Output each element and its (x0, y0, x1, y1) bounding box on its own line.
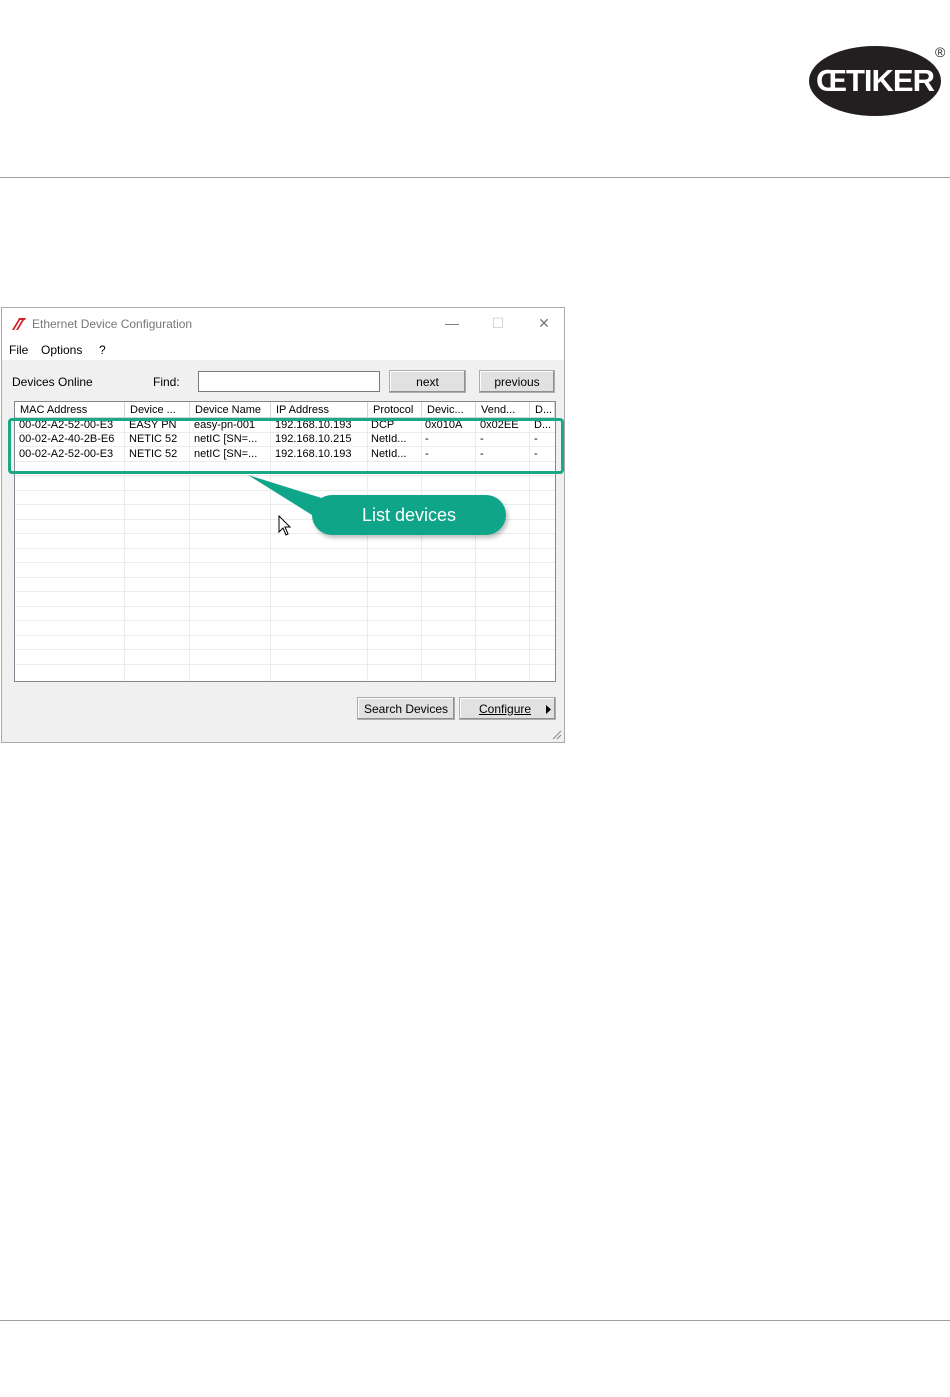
footer-rule (0, 1320, 950, 1321)
column-header-protocol[interactable]: Protocol (368, 402, 422, 418)
configure-label: Configure (479, 701, 532, 716)
grid-line (15, 635, 555, 636)
grid-line (15, 577, 555, 578)
callout-list-devices: List devices (312, 495, 506, 535)
maximize-icon[interactable]: ☐ (489, 314, 507, 332)
title-bar: Ethernet Device Configuration — ☐ ✕ (2, 308, 564, 340)
grid-line (15, 562, 555, 563)
logo-text: ŒTIKER (816, 63, 935, 98)
find-label: Find: (153, 375, 180, 389)
mouse-cursor-icon (278, 515, 292, 536)
menu-help[interactable]: ? (99, 343, 106, 357)
column-header-d[interactable]: D... (530, 402, 555, 418)
menu-file[interactable]: File (9, 343, 28, 357)
close-icon[interactable]: ✕ (535, 314, 553, 332)
grid-line (15, 649, 555, 650)
configure-button[interactable]: Configure (459, 697, 556, 720)
next-button[interactable]: next (389, 370, 466, 393)
menu-bar: File Options ? (2, 340, 564, 360)
previous-button[interactable]: previous (479, 370, 555, 393)
grid-line (15, 620, 555, 621)
grid-line (15, 591, 555, 592)
search-devices-button[interactable]: Search Devices (357, 697, 455, 720)
registered-mark: ® (935, 44, 946, 60)
window-title: Ethernet Device Configuration (32, 317, 193, 331)
app-icon (12, 318, 26, 330)
minimize-icon[interactable]: — (443, 314, 461, 332)
grid-line (15, 664, 555, 665)
grid-line (15, 548, 555, 549)
column-header-mac[interactable]: MAC Address (15, 402, 125, 418)
column-header-vendor[interactable]: Vend... (476, 402, 530, 418)
column-header-ip[interactable]: IP Address (271, 402, 368, 418)
oetiker-logo: ŒTIKER (809, 46, 941, 116)
grid-line (15, 606, 555, 607)
find-input[interactable] (198, 371, 380, 392)
devices-online-label: Devices Online (12, 375, 93, 389)
resize-grip-icon[interactable] (552, 730, 562, 740)
header-rule (0, 177, 950, 178)
column-header-device-type[interactable]: Device ... (125, 402, 190, 418)
menu-options[interactable]: Options (41, 343, 82, 357)
column-header-device-name[interactable]: Device Name (190, 402, 271, 418)
column-header-device-id[interactable]: Devic... (422, 402, 476, 418)
arrow-right-icon (546, 705, 551, 714)
device-list-highlight (8, 418, 564, 474)
